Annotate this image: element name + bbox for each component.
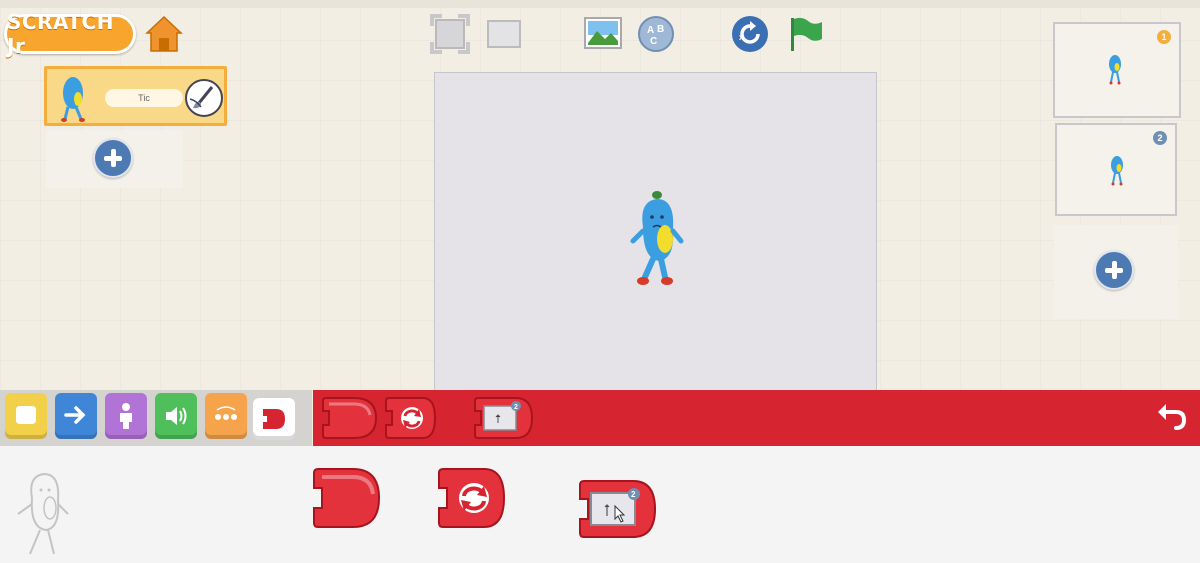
page-number-badge: 1 xyxy=(1157,30,1171,44)
character-outline-watermark xyxy=(17,472,69,555)
sprite-name-label: Tic xyxy=(105,89,183,107)
character-mini xyxy=(1109,55,1121,85)
end-block-icon xyxy=(263,409,285,429)
category-motion[interactable] xyxy=(55,393,97,439)
category-control[interactable] xyxy=(205,393,247,439)
add-page-button[interactable] xyxy=(1054,225,1178,319)
plus-icon xyxy=(1094,250,1134,290)
person-icon xyxy=(120,403,132,429)
control-dots-icon xyxy=(215,406,237,420)
category-triggering[interactable] xyxy=(5,393,47,439)
script-end-block[interactable] xyxy=(311,466,383,530)
svg-text:B: B xyxy=(657,24,664,35)
block-category-bar xyxy=(0,390,312,446)
green-flag-icon xyxy=(791,17,822,51)
svg-text:2: 2 xyxy=(514,404,518,411)
script-go-to-page-block[interactable]: 2 xyxy=(577,478,659,540)
green-flag-button[interactable] xyxy=(785,14,825,54)
character-mini xyxy=(1111,156,1123,186)
reset-characters-button[interactable]: x xyxy=(730,14,770,54)
paint-editor-button[interactable] xyxy=(185,79,223,117)
undo-button[interactable] xyxy=(1152,396,1192,436)
character-tic[interactable] xyxy=(623,185,693,295)
svg-text:2: 2 xyxy=(631,490,636,499)
landscape-icon xyxy=(584,17,622,49)
home-button[interactable] xyxy=(145,14,183,54)
fullscreen-button[interactable] xyxy=(430,14,470,54)
speaker-icon xyxy=(166,407,187,425)
page-thumbnail-1[interactable]: 1 xyxy=(1053,22,1181,118)
category-looks[interactable] xyxy=(105,393,147,439)
presentation-button[interactable] xyxy=(486,18,522,50)
repeat-forever-block[interactable] xyxy=(383,395,439,441)
page-thumbnail-2[interactable]: 2 xyxy=(1055,123,1177,216)
add-text-button[interactable]: A B C xyxy=(637,15,675,53)
script-repeat-forever-block[interactable] xyxy=(436,466,508,530)
end-block[interactable] xyxy=(320,395,380,441)
svg-text:C: C xyxy=(650,36,657,47)
svg-text:x: x xyxy=(739,33,744,42)
go-to-page-block[interactable]: 2 xyxy=(472,395,536,441)
block-palette xyxy=(313,390,1200,446)
text-abc-icon: A B C xyxy=(638,16,674,52)
fullscreen-icon xyxy=(430,14,470,54)
trigger-block-icon xyxy=(16,406,36,424)
paintbrush-icon xyxy=(189,86,214,109)
presentation-mode-icon xyxy=(487,20,521,48)
add-sprite-button[interactable] xyxy=(46,130,183,188)
scratchjr-editor: SCRATCH Jr A B C x Tic 1 2 2 2 xyxy=(0,0,1200,563)
reset-icon: x xyxy=(732,16,768,52)
arrow-right-icon xyxy=(64,406,86,424)
background-button[interactable] xyxy=(583,16,623,52)
stage[interactable] xyxy=(434,72,877,392)
undo-icon xyxy=(1158,404,1187,430)
sprite-card-selected[interactable]: Tic xyxy=(44,66,227,126)
home-icon xyxy=(145,15,183,52)
category-end[interactable] xyxy=(253,398,295,440)
page-number-badge: 2 xyxy=(1153,131,1167,145)
plus-icon xyxy=(93,138,133,178)
svg-text:A: A xyxy=(647,25,654,36)
scratchjr-logo[interactable]: SCRATCH Jr xyxy=(4,10,136,58)
category-sound[interactable] xyxy=(155,393,197,439)
character-thumbnail xyxy=(61,77,85,122)
top-band xyxy=(0,0,1200,8)
